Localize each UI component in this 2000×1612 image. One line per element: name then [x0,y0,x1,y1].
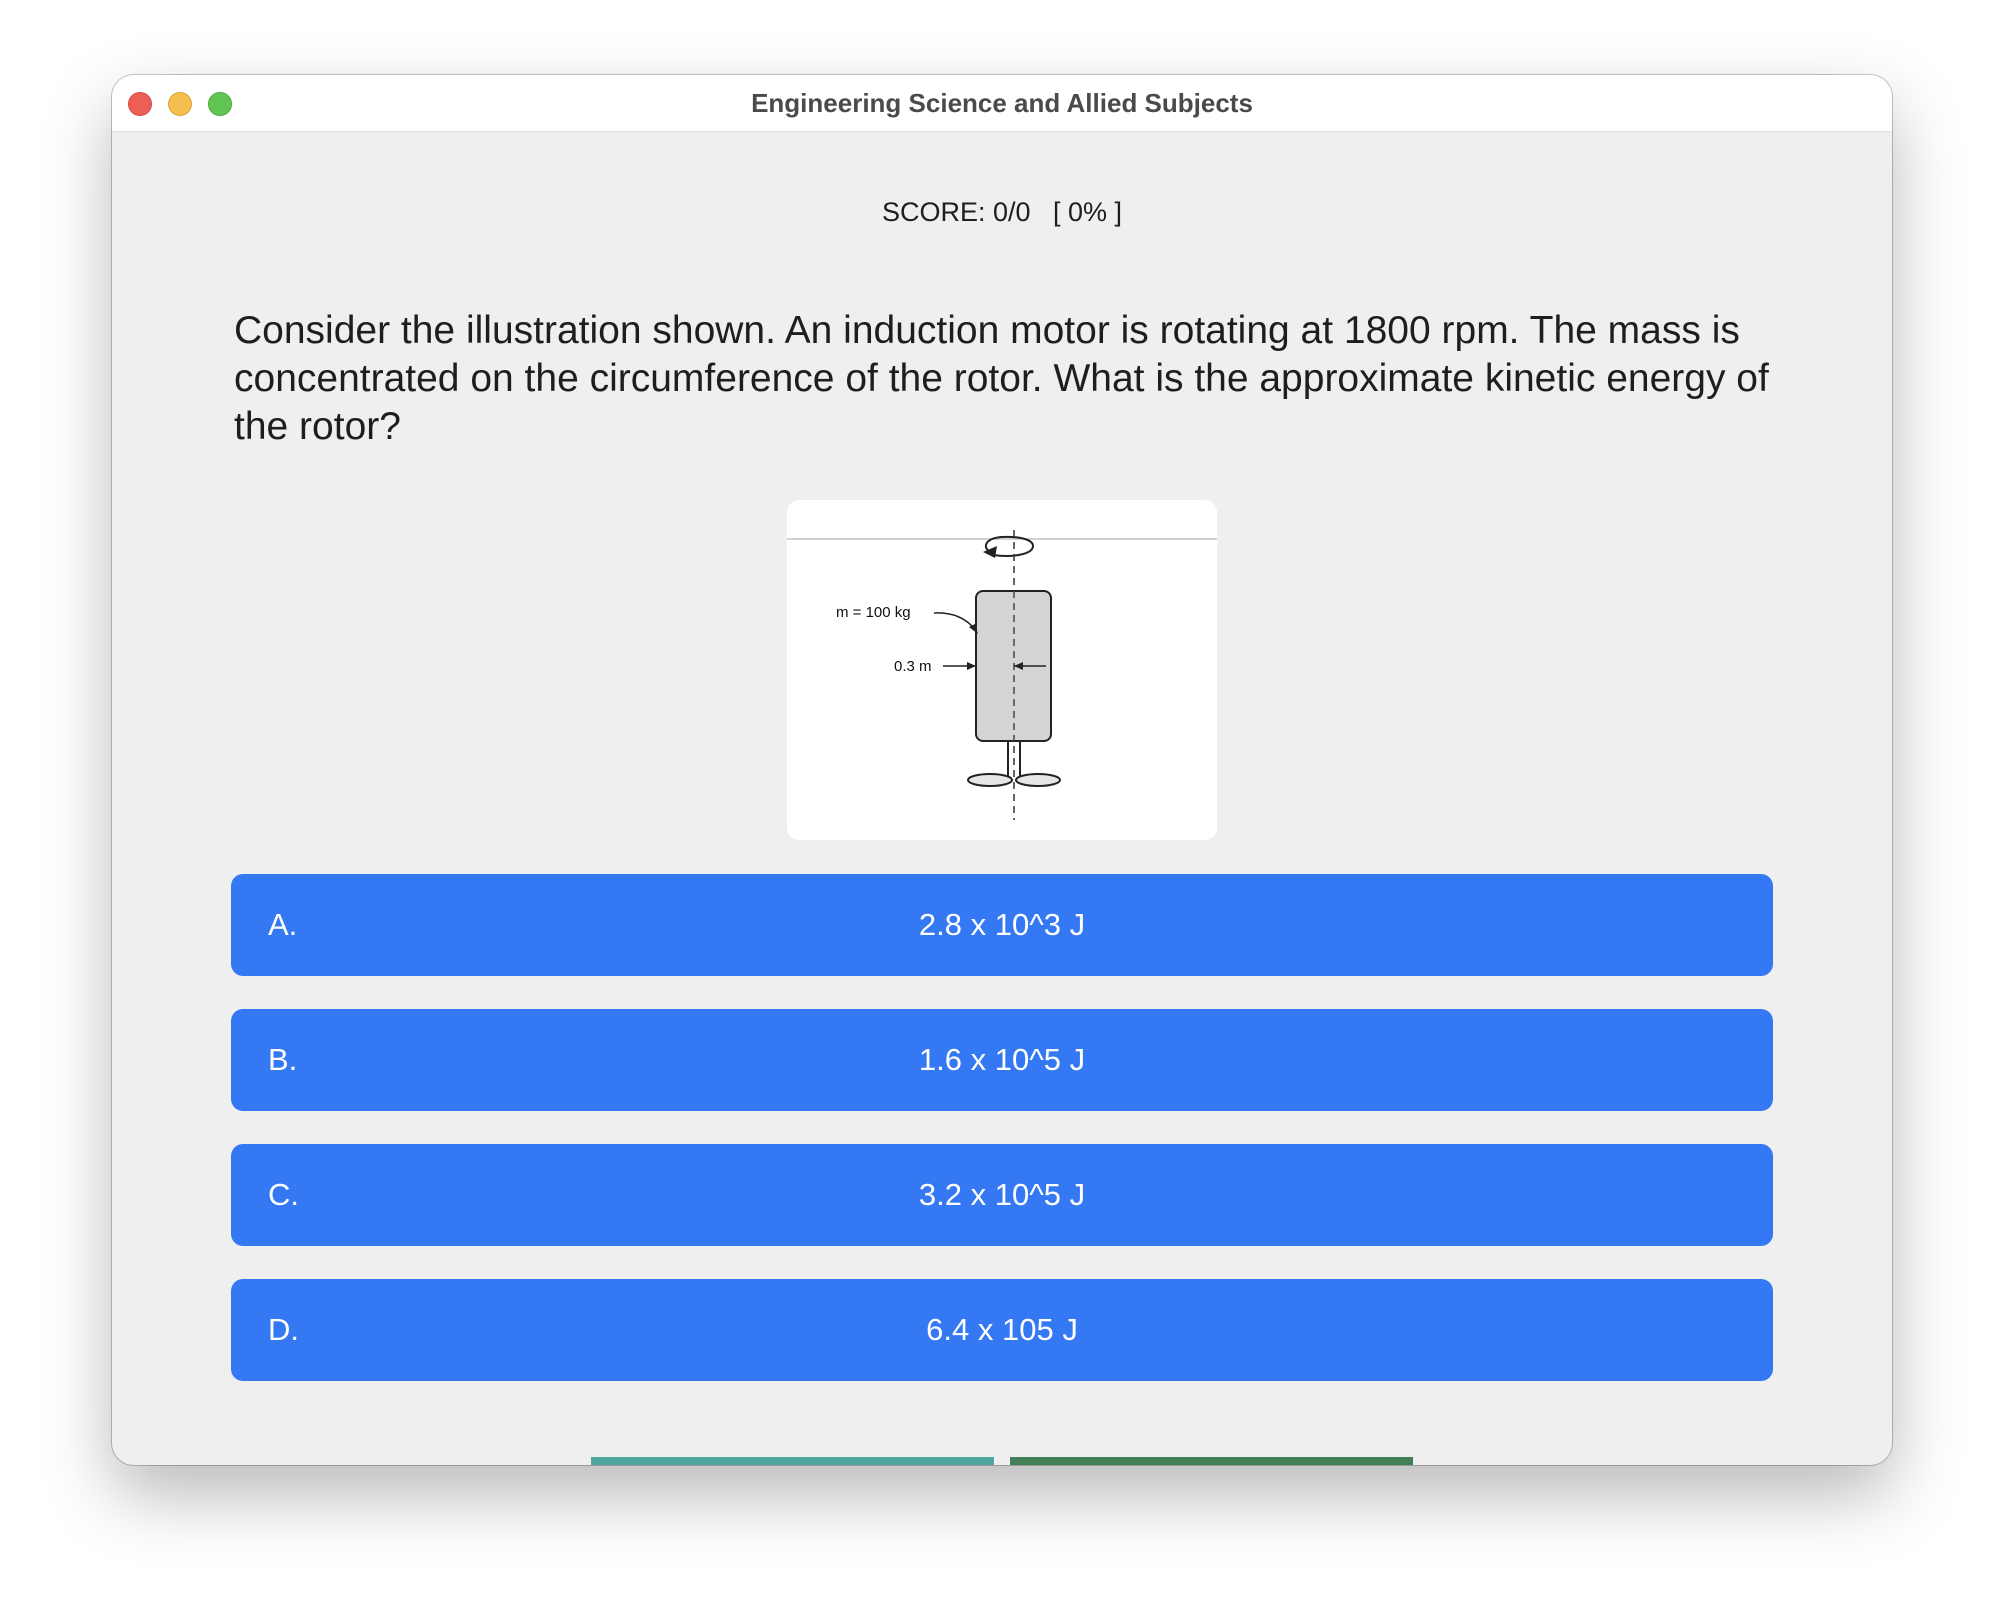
mass-label: m = 100 kg [836,604,911,621]
app-window: Engineering Science and Allied Subjects … [112,75,1892,1465]
bottom-action-button-right[interactable] [1010,1457,1413,1465]
option-c-button[interactable]: C. 3.2 x 10^5 J [231,1144,1773,1246]
window-title: Engineering Science and Allied Subjects [751,88,1253,118]
option-b-button[interactable]: B. 1.6 x 10^5 J [231,1009,1773,1111]
option-d-button[interactable]: D. 6.4 x 105 J [231,1279,1773,1381]
radius-label: 0.3 m [894,658,932,675]
title-bar: Engineering Science and Allied Subjects [112,75,1892,132]
option-answer: 6.4 x 105 J [926,1312,1078,1347]
option-answer: 2.8 x 10^3 J [918,907,1086,942]
question-illustration: m = 100 kg 0.3 m [787,500,1217,840]
score-display: SCORE: 0/0 [ 0% ] [881,197,1123,227]
option-answer: 3.2 x 10^5 J [918,1177,1086,1212]
bottom-action-button-left[interactable] [591,1457,994,1465]
question-text: Consider the illustration shown. An indu… [234,309,1769,448]
option-a-button[interactable]: A. 2.8 x 10^3 J [231,874,1773,976]
option-answer: 1.6 x 10^5 J [918,1042,1086,1077]
rotation-arrow-icon [983,535,1035,558]
